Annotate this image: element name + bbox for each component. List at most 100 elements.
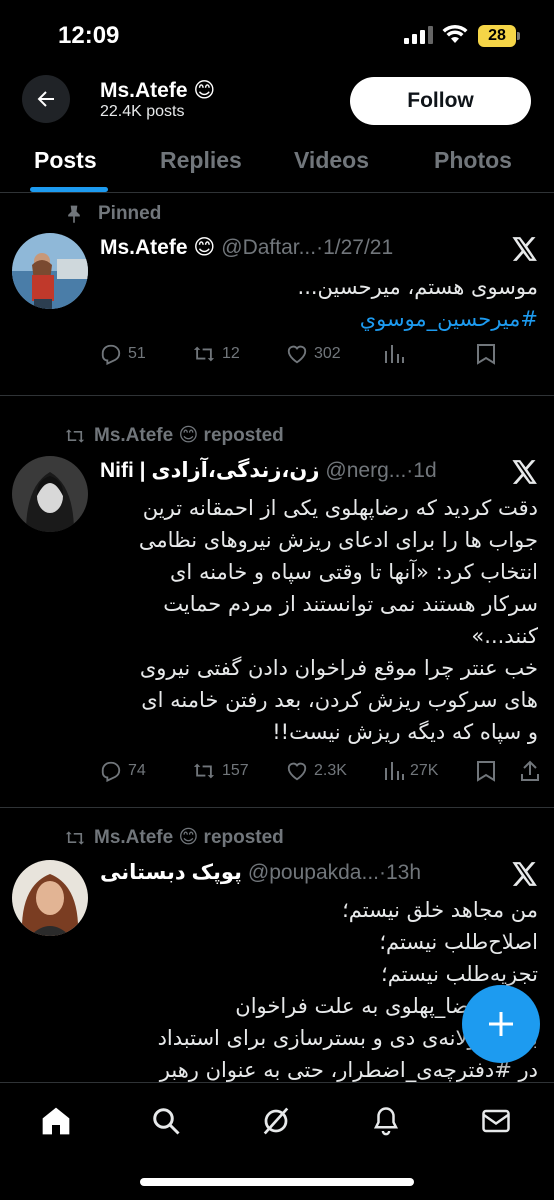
pinned-label: Pinned [64, 203, 161, 225]
tweet-text-line: و سپاه که دیگه ریزش نیست!! [272, 720, 538, 744]
heart-icon [287, 762, 307, 781]
views-icon [385, 345, 404, 363]
nav-grok[interactable] [256, 1101, 296, 1141]
tweet-repost-1[interactable]: Ms.Atefe 😊 reposted Nifi | زن،زندگی،آزاد… [0, 396, 554, 808]
handle[interactable]: @Daftar... [221, 236, 316, 260]
bookmark-icon [477, 761, 495, 782]
like-button[interactable]: 2.3K [286, 760, 347, 782]
repost-count: 12 [222, 345, 240, 362]
views-button[interactable] [384, 343, 404, 365]
repost-button[interactable]: 157 [192, 760, 249, 782]
home-icon [42, 1107, 70, 1135]
tweet-text-line: دقت کردید که رضاپهلوی یکی از احمقانه تری… [142, 496, 538, 520]
tweet-header: پوپک دبستانی @poupakda... ·13h [100, 860, 494, 885]
status-bar: 12:09 28 [0, 0, 554, 70]
x-logo-icon [512, 460, 537, 484]
avatar[interactable] [12, 456, 88, 532]
posts-count: 22.4K posts [100, 103, 185, 120]
tweet-text: دقت کردید که رضاپهلوی یکی از احمقانه تری… [100, 492, 538, 748]
tweet-text-line: موسوی هستم، میرحسین... [297, 275, 538, 299]
x-logo-icon [512, 862, 537, 886]
tab-videos[interactable]: Videos [294, 147, 369, 174]
arrow-left-icon [37, 91, 54, 107]
tab-photos[interactable]: Photos [434, 147, 512, 174]
tweet-pinned[interactable]: Pinned Ms.Atefe 😊 @Daftar... ·1/27/21 مو… [0, 193, 554, 396]
share-icon [521, 760, 539, 781]
tab-posts[interactable]: Posts [34, 147, 97, 174]
repost-label: Ms.Atefe 😊 reposted [64, 424, 284, 447]
pinned-text: Pinned [98, 203, 162, 224]
reply-count: 74 [128, 762, 146, 779]
timestamp[interactable]: ·1/27/21 [316, 236, 393, 260]
views-button[interactable]: 27K [384, 760, 438, 782]
display-name[interactable]: Nifi | زن،زندگی،آزادی [100, 458, 319, 483]
tweet-header: Ms.Atefe 😊 @Daftar... ·1/27/21 [100, 235, 494, 260]
tweet-header: Nifi | زن،زندگی،آزادی @nerg... ·1d [100, 458, 494, 483]
messages-icon [482, 1109, 510, 1133]
avatar[interactable] [12, 860, 88, 936]
follow-button[interactable]: Follow [350, 77, 531, 125]
bookmark-button[interactable] [476, 760, 496, 782]
nav-search[interactable] [146, 1101, 186, 1141]
tweet-text-line: من مجاهد خلق نیستم؛ [342, 898, 538, 922]
handle[interactable]: @nerg... [325, 459, 406, 483]
tab-replies[interactable]: Replies [160, 147, 242, 174]
tweet-text: من مجاهد خلق نیستم؛ اصلاح‌طلب نیستم؛ تجز… [100, 894, 538, 1082]
tweet-actions: 51 12 302 [100, 343, 540, 373]
tweet-text-line: انتخاب کرد: «آنها تا وقتی سپاه و خامنه ا… [170, 560, 538, 584]
nav-messages[interactable] [476, 1101, 516, 1141]
status-time: 12:09 [58, 22, 120, 49]
tweet-text-line: خب عنتر چرا موقع فراخوان دادن گفتی نیروی [139, 656, 538, 680]
nav-notifications[interactable] [366, 1101, 406, 1141]
nav-home[interactable] [36, 1101, 76, 1141]
back-button[interactable] [22, 75, 70, 123]
repost-context-text[interactable]: Ms.Atefe 😊 reposted [94, 424, 284, 447]
heart-icon [287, 345, 307, 364]
avatar-photo-icon [12, 860, 88, 936]
bookmark-button[interactable] [476, 343, 496, 365]
reply-icon [101, 761, 121, 782]
like-count: 302 [314, 345, 341, 362]
notifications-icon [373, 1107, 399, 1136]
reply-button[interactable]: 74 [100, 760, 146, 782]
share-button[interactable] [520, 760, 540, 782]
avatar-photo-icon [12, 233, 88, 309]
battery-tip [517, 32, 520, 40]
reply-count: 51 [128, 345, 146, 362]
x-logo-icon [512, 237, 537, 261]
pin-icon [68, 205, 80, 224]
tweet-text-line: کنند...» [471, 624, 538, 648]
repost-context-text[interactable]: Ms.Atefe 😊 reposted [94, 826, 284, 849]
like-button[interactable]: 302 [286, 343, 341, 365]
views-icon [385, 762, 404, 780]
profile-header: Ms.Atefe 😊 22.4K posts Follow [0, 70, 554, 130]
display-name[interactable]: پوپک دبستانی [100, 860, 242, 885]
plus-icon [489, 1012, 513, 1036]
grok-icon [263, 1107, 289, 1135]
display-name[interactable]: Ms.Atefe 😊 [100, 235, 215, 260]
views-count: 27K [410, 762, 439, 779]
wifi-icon [442, 24, 468, 43]
compose-button[interactable] [462, 985, 540, 1063]
tweet-actions: 74 157 2.3K 27K [100, 760, 540, 790]
profile-name: Ms.Atefe 😊 [100, 79, 216, 102]
home-indicator [140, 1178, 414, 1186]
avatar[interactable] [12, 233, 88, 309]
tweet-text-line: سرکار هستند نمی توانستند از مردم حمایت [163, 592, 538, 616]
repost-button[interactable]: 12 [192, 343, 240, 365]
tweet-text-line: های سرکوب ریزش کردن، بعد رفتن خامنه ای [141, 688, 538, 712]
repost-icon [193, 763, 215, 779]
repost-icon [65, 830, 85, 845]
repost-label: Ms.Atefe 😊 reposted [64, 826, 284, 849]
repost-icon [193, 346, 215, 362]
timestamp[interactable]: ·1d [406, 459, 436, 483]
like-count: 2.3K [314, 762, 347, 779]
handle[interactable]: @poupakda... [248, 861, 379, 885]
timestamp[interactable]: ·13h [379, 861, 421, 885]
cellular-signal-icon [404, 26, 433, 44]
hashtag-link[interactable]: #میرحسین_موسوي [100, 303, 538, 335]
repost-count: 157 [222, 762, 249, 779]
tweet-text-line: تجزیه‌طلب نیستم؛ [381, 962, 538, 986]
reply-button[interactable]: 51 [100, 343, 146, 365]
avatar-photo-icon [12, 456, 88, 532]
